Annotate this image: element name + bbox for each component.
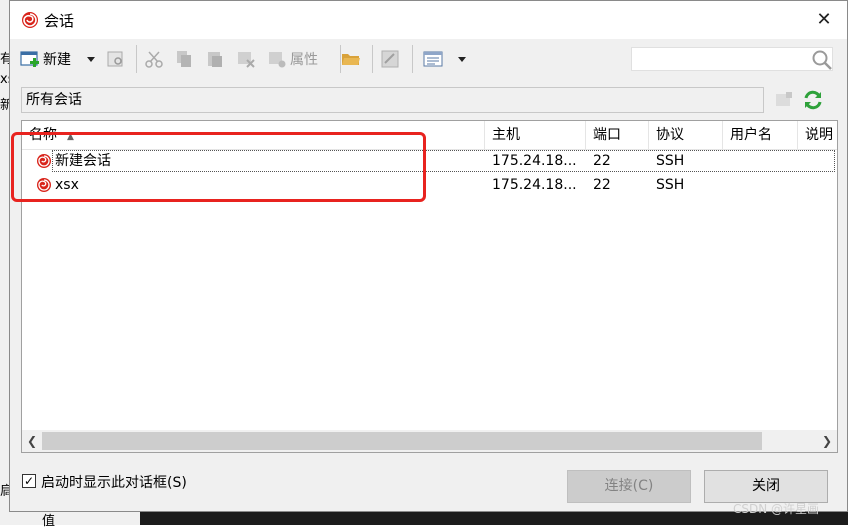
view-button[interactable] bbox=[423, 46, 443, 72]
session-host: 175.24.18... bbox=[492, 153, 577, 169]
new-session-button[interactable]: 新建 bbox=[20, 46, 71, 72]
column-header-protocol[interactable]: 协议 bbox=[649, 121, 723, 149]
new-session-label: 新建 bbox=[43, 52, 71, 68]
refresh-icon[interactable] bbox=[802, 89, 824, 111]
copy-button[interactable] bbox=[174, 46, 194, 72]
watermark: CSDN @许星画 bbox=[733, 502, 820, 516]
copy-icon bbox=[177, 51, 191, 67]
session-user bbox=[723, 149, 730, 173]
properties-icon bbox=[269, 52, 286, 68]
snail-icon bbox=[22, 12, 38, 28]
session-description bbox=[798, 149, 805, 173]
search-icon[interactable] bbox=[811, 49, 833, 71]
view-dropdown-button[interactable] bbox=[457, 46, 467, 72]
paste-button[interactable] bbox=[205, 46, 225, 72]
paste-icon bbox=[208, 52, 222, 67]
new-window-icon bbox=[20, 51, 39, 67]
folder-icon bbox=[342, 54, 360, 65]
properties-label: 属性 bbox=[290, 52, 318, 68]
bg-fragment: 值 bbox=[42, 514, 56, 529]
find-button[interactable] bbox=[106, 46, 126, 72]
column-header-description[interactable]: 说明 bbox=[798, 121, 837, 149]
properties-button[interactable]: 属性 bbox=[267, 46, 318, 72]
list-view-icon bbox=[423, 51, 443, 67]
search-input[interactable] bbox=[631, 47, 833, 71]
find-window-icon bbox=[107, 51, 123, 67]
sessions-dialog: 会话 ✕ 新建 属性 所有会话 名称 ▲ 主机 端口 协议 用户名 说明 新建会… bbox=[9, 0, 848, 512]
close-window-button[interactable]: ✕ bbox=[801, 1, 847, 39]
delete-icon bbox=[238, 52, 255, 68]
session-port: 22 bbox=[593, 153, 611, 169]
session-protocol: SSH bbox=[656, 177, 685, 193]
column-header-port[interactable]: 端口 bbox=[586, 121, 649, 149]
connect-button[interactable]: 连接(C) bbox=[567, 470, 691, 503]
close-button[interactable]: 关闭 bbox=[704, 470, 828, 503]
session-description bbox=[798, 173, 805, 197]
show-on-startup-checkbox[interactable]: ✓ bbox=[22, 474, 36, 488]
scroll-right-arrow[interactable]: ❯ bbox=[817, 430, 837, 452]
new-dropdown-button[interactable] bbox=[86, 46, 96, 72]
session-user bbox=[723, 173, 730, 197]
title-bar[interactable]: 会话 ✕ bbox=[10, 1, 847, 39]
column-header-user[interactable]: 用户名 bbox=[723, 121, 798, 149]
open-folder-button[interactable] bbox=[341, 46, 361, 72]
background-strip: 值 bbox=[0, 512, 140, 529]
script-icon bbox=[381, 50, 399, 68]
new-folder-icon[interactable] bbox=[774, 90, 794, 110]
scissors-icon bbox=[145, 51, 163, 68]
session-protocol: SSH bbox=[656, 153, 685, 169]
folder-path-bar: 所有会话 bbox=[21, 87, 764, 113]
chevron-down-icon bbox=[458, 57, 466, 62]
dialog-title: 会话 bbox=[44, 12, 75, 30]
toolbar-separator bbox=[136, 45, 137, 73]
column-header-host[interactable]: 主机 bbox=[485, 121, 586, 149]
scroll-left-arrow[interactable]: ❮ bbox=[22, 430, 42, 452]
session-host: 175.24.18... bbox=[492, 177, 577, 193]
script-button[interactable] bbox=[380, 46, 400, 72]
toolbar-separator bbox=[372, 45, 373, 73]
chevron-down-icon bbox=[87, 57, 95, 62]
delete-button[interactable] bbox=[236, 46, 256, 72]
cut-button[interactable] bbox=[144, 46, 164, 72]
horizontal-scrollbar[interactable]: ❮ ❯ bbox=[22, 430, 837, 452]
highlight-annotation bbox=[11, 132, 426, 202]
session-port: 22 bbox=[593, 177, 611, 193]
toolbar-separator bbox=[412, 45, 413, 73]
show-on-startup-label[interactable]: 启动时显示此对话框(S) bbox=[41, 472, 187, 492]
scrollbar-thumb[interactable] bbox=[42, 432, 762, 450]
